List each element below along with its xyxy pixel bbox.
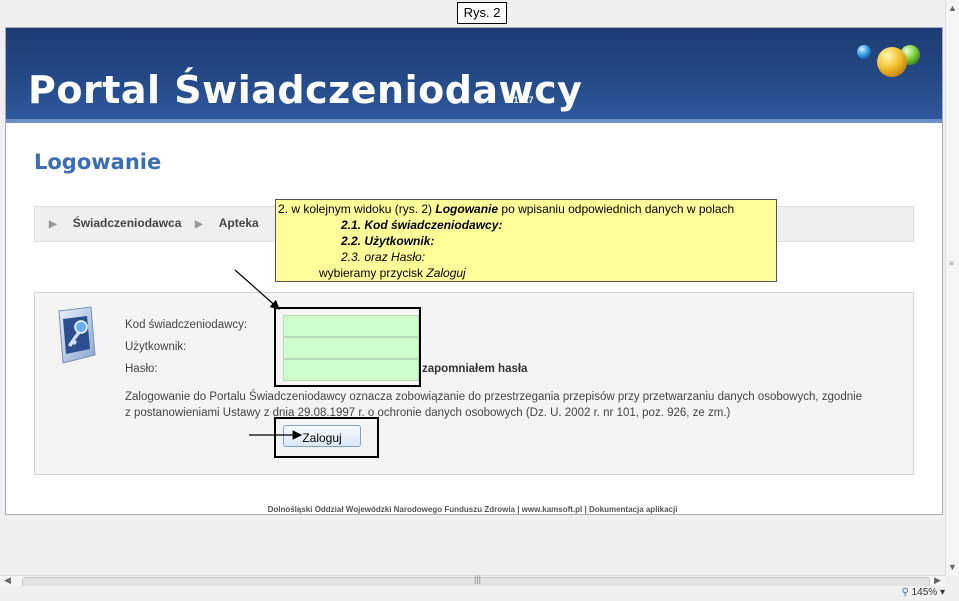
scroll-grip-icon: |||: [474, 574, 482, 584]
zoom-level: 145%: [911, 587, 938, 598]
portal-title: Portal Świadczeniodawcy: [28, 68, 583, 112]
callout-line-4: 2.3. oraz Hasło:: [341, 250, 426, 264]
page-footer: Dolnośląski Oddział Wojewódzki Narodoweg…: [267, 505, 678, 514]
login-form: Kod świadczeniodawcy: Użytkownik: Hasło:…: [34, 292, 914, 475]
tab-label: Apteka: [218, 216, 259, 230]
scroll-grip-icon: ≡: [949, 259, 954, 268]
zoom-control[interactable]: ⚲ 145% ▾: [902, 587, 946, 598]
page-title: Logowanie: [34, 150, 162, 174]
portal-banner: Portal Świadczeniodawcy 2.1917: [6, 28, 942, 123]
button-highlight-box: [274, 417, 379, 458]
user-label: Użytkownik:: [125, 341, 187, 353]
callout-line-5: wybieramy przycisk Zaloguj: [319, 266, 466, 280]
tab-swiadczeniodawca[interactable]: ▶ Świadczeniodawca: [49, 216, 181, 230]
triangle-right-icon: ▶: [195, 219, 203, 230]
kod-label: Kod świadczeniodawcy:: [125, 319, 248, 331]
chevron-down-icon: ▾: [939, 587, 945, 598]
privacy-notice: Zalogowanie do Portalu Świadczeniodawcy …: [125, 391, 863, 419]
tab-label: Świadczeniodawca: [72, 216, 182, 230]
password-label: Hasło:: [125, 363, 158, 375]
forgot-password-link[interactable]: zapomniałem hasła: [422, 363, 527, 375]
callout-line-3: 2.2. Użytkownik:: [341, 234, 435, 248]
scroll-down-icon[interactable]: ▼: [948, 562, 957, 572]
zoom-icon: ⚲: [901, 587, 909, 598]
fields-highlight-box: [274, 307, 421, 387]
scroll-right-icon[interactable]: ▶: [934, 575, 941, 586]
vertical-scrollbar[interactable]: ▲ ≡ ▼: [945, 0, 959, 576]
callout-line-2: 2.1. Kod świadczeniodawcy:: [341, 218, 503, 232]
tab-apteka[interactable]: ▶ Apteka: [195, 216, 259, 230]
figure-caption: Rys. 2: [457, 2, 507, 24]
portal-logo-icon: [857, 45, 920, 77]
instruction-callout: 2. w kolejnym widoku (rys. 2) Logowanie …: [275, 199, 777, 282]
scroll-left-icon[interactable]: ◀: [4, 575, 11, 586]
banner-stripe: [6, 119, 942, 123]
triangle-right-icon: ▶: [49, 219, 57, 230]
status-bar: ⚲ 145% ▾: [0, 586, 959, 601]
portal-version: 2.1917: [506, 95, 534, 105]
scroll-up-icon[interactable]: ▲: [948, 3, 957, 13]
callout-line-1: 2. w kolejnym widoku (rys. 2) Logowanie …: [278, 202, 735, 216]
key-icon: [58, 306, 96, 364]
